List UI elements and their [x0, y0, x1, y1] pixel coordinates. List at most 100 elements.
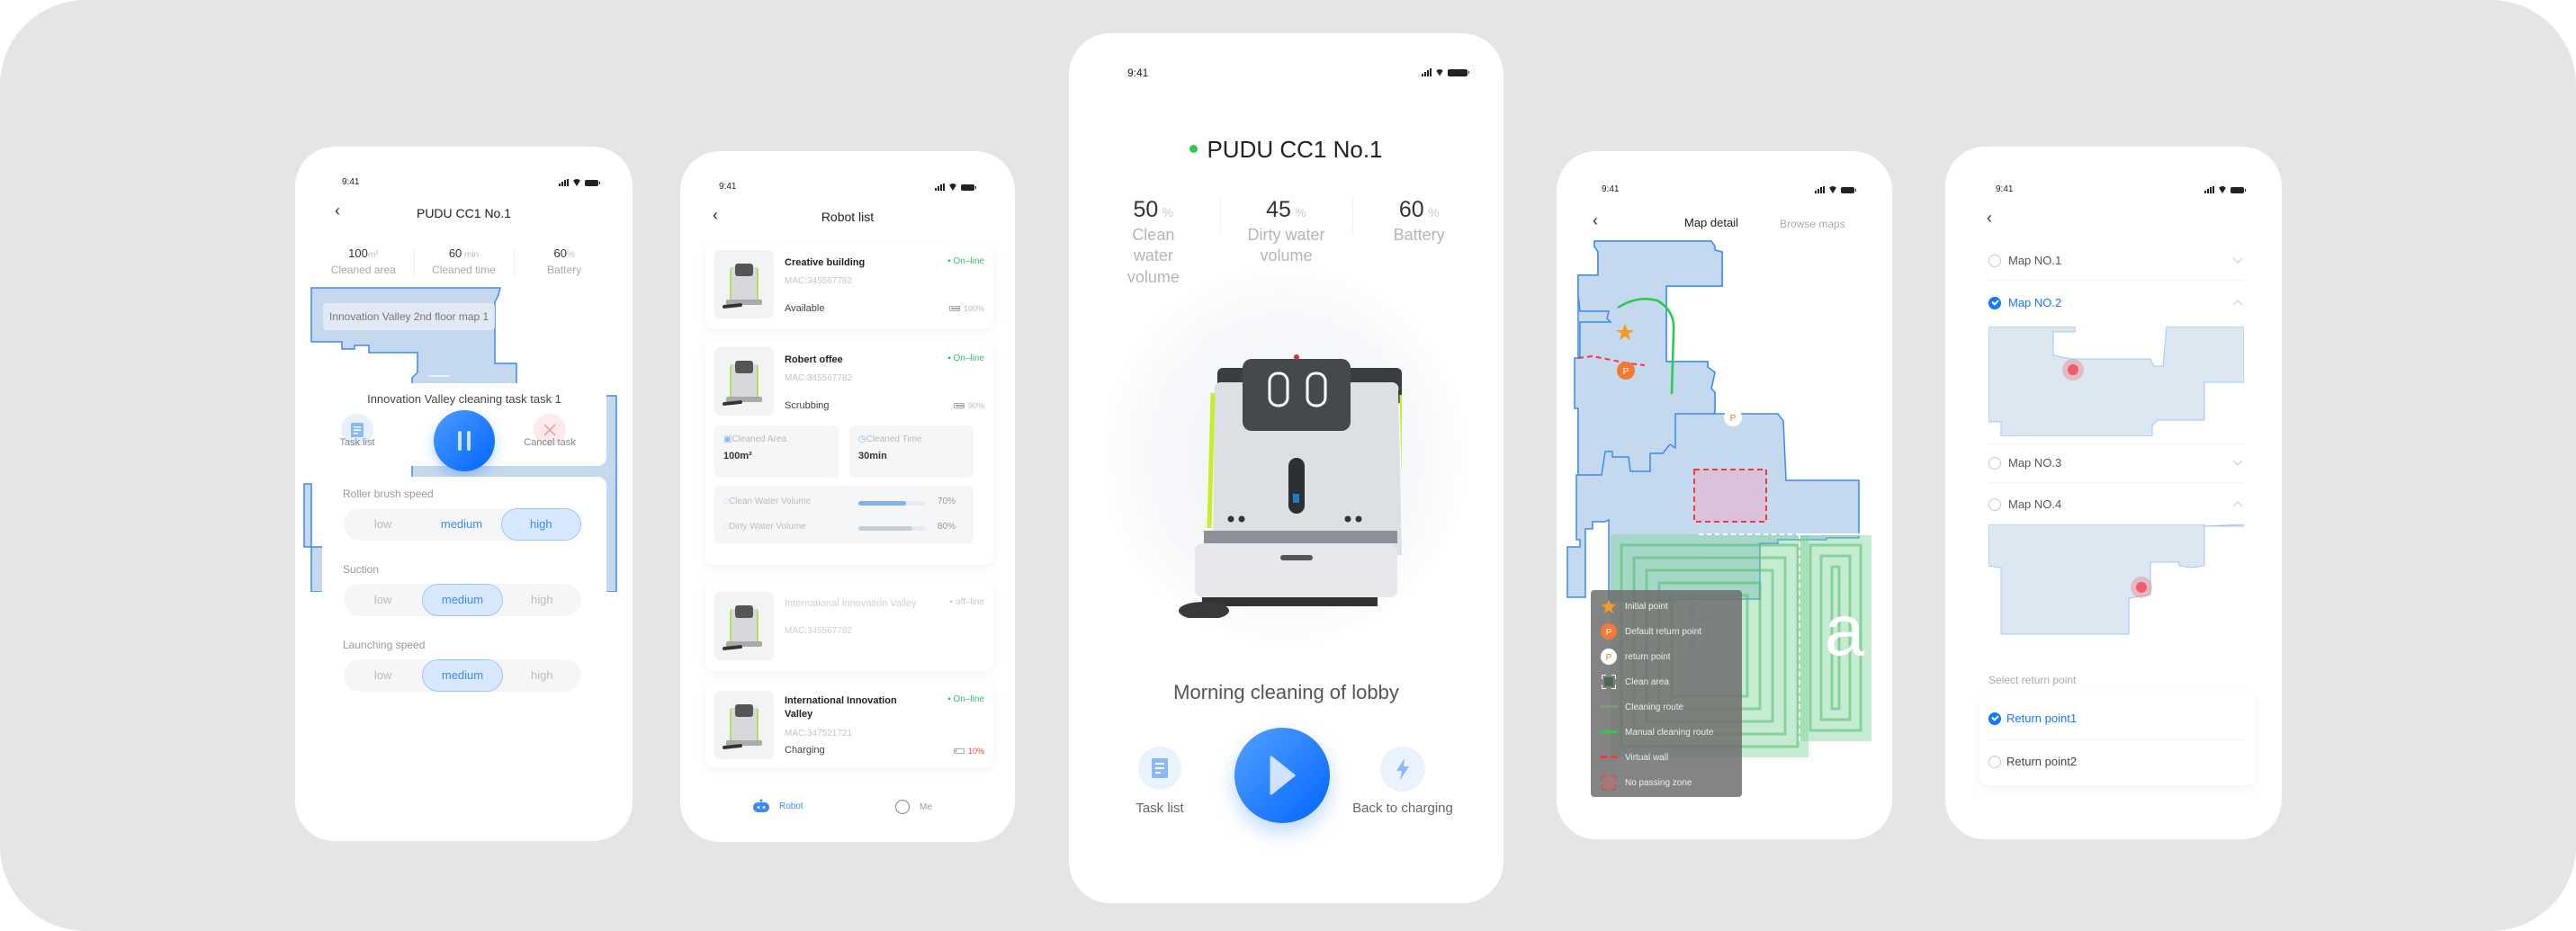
map-item-4[interactable]: Map NO.4	[1988, 485, 2244, 524]
map-item-3[interactable]: Map NO.3	[1988, 443, 2244, 483]
option-high[interactable]: high	[500, 508, 581, 541]
map-preview-2[interactable]	[1988, 327, 2244, 436]
cancel-task-label: Cancel task	[524, 437, 576, 448]
pause-button[interactable]	[434, 410, 495, 471]
robot-list-item[interactable]: Creative building MAC:345567782 Availabl…	[705, 243, 993, 328]
back-to-charging-button[interactable]	[1380, 747, 1425, 792]
wifi-icon	[948, 184, 957, 191]
battery-level: 10%	[953, 747, 984, 756]
pause-icon	[458, 431, 471, 451]
online-indicator	[1189, 144, 1198, 153]
map-select-screen: 9:41 ‹ Map NO.1 Map NO.2 Map NO.3 Map NO…	[1945, 147, 2282, 839]
document-icon	[351, 423, 364, 437]
status-time: 9:41	[719, 182, 737, 192]
radio-button[interactable]	[1988, 498, 2001, 511]
stat-clean-water: 50 % Clean water volume	[1126, 197, 1180, 286]
task-list-button[interactable]	[1138, 747, 1181, 790]
battery-icon	[961, 184, 976, 191]
back-button[interactable]: ‹	[1987, 210, 1992, 226]
robot-list-item-expanded[interactable]: Robert offee MAC:345567782 Scrubbing ▪ O…	[705, 340, 993, 565]
radio-button[interactable]	[1988, 457, 2001, 470]
suction-selector[interactable]: low medium high	[344, 584, 581, 616]
document-icon	[1152, 758, 1168, 778]
radio-button[interactable]	[1988, 255, 2001, 267]
location-marker	[2136, 582, 2147, 593]
battery-icon	[1448, 68, 1469, 76]
stats-row: 100m² Cleaned area 60 min Cleaned time 6…	[313, 246, 615, 276]
start-button[interactable]	[1234, 728, 1330, 823]
chevron-down-icon[interactable]	[2231, 456, 2244, 469]
select-return-label: Select return point	[1988, 674, 2077, 686]
option-medium[interactable]: medium	[422, 584, 503, 616]
return-point-1[interactable]: Return point1	[1988, 697, 2246, 740]
robot-list-item[interactable]: International Innovation Valley MAC:3455…	[705, 581, 993, 671]
chevron-down-icon[interactable]	[2231, 254, 2244, 266]
signal-icon	[559, 179, 569, 186]
settings-panel: Roller brush speed low medium high Sucti…	[322, 477, 606, 819]
tab-me[interactable]: Me	[894, 799, 932, 815]
option-medium[interactable]: medium	[422, 508, 500, 541]
stat-battery: 60 % Battery	[1352, 197, 1485, 288]
no-passing-zone-icon	[1602, 775, 1616, 790]
tab-robot[interactable]: Robot	[752, 799, 803, 813]
robot-name: Robert offee	[785, 354, 843, 365]
stat-battery: 60% Battery	[514, 246, 615, 276]
robot-thumbnail	[714, 250, 774, 318]
option-high[interactable]: high	[503, 584, 581, 616]
cleaned-area-value: 100m²	[723, 451, 752, 461]
return-point-2[interactable]: Return point2	[1988, 740, 2246, 783]
robot-mac: MAC:345567782	[785, 373, 853, 383]
cleaned-area-box: ▣Cleaned Area 100m²	[714, 425, 839, 478]
robot-task-screen: 9:41 ‹ PUDU CC1 No.1 100m² Cleaned area …	[295, 147, 633, 841]
option-high[interactable]: high	[503, 659, 581, 692]
signal-icon	[2204, 186, 2214, 193]
option-low[interactable]: low	[344, 659, 422, 692]
battery-icon	[948, 306, 960, 311]
status-bar: 9:41	[680, 182, 1015, 200]
option-low[interactable]: low	[344, 508, 422, 541]
robot-list-item[interactable]: International Innovation Valley MAC:3475…	[705, 682, 993, 767]
play-icon	[1270, 756, 1296, 795]
robot-thumbnail	[714, 691, 774, 759]
area-label-a: a	[1825, 590, 1865, 670]
roller-brush-speed-selector[interactable]: low medium high	[344, 508, 581, 541]
battery-icon	[2230, 186, 2246, 193]
wifi-icon	[1435, 69, 1444, 76]
manual-route-icon	[1600, 730, 1618, 733]
drag-handle[interactable]	[428, 375, 450, 377]
option-medium[interactable]: medium	[422, 659, 503, 692]
star-icon	[1602, 599, 1616, 613]
radio-button-checked[interactable]	[1988, 712, 2001, 725]
launching-speed-selector[interactable]: low medium high	[344, 659, 581, 692]
status-bar: 9:41	[1945, 184, 2282, 202]
battery-icon	[953, 748, 965, 754]
task-name: Innovation Valley cleaning task task 1	[367, 392, 561, 406]
radio-button-checked[interactable]	[1988, 297, 2001, 309]
roller-brush-label: Roller brush speed	[343, 488, 434, 500]
legend-item: Clean area	[1600, 673, 1669, 691]
robot-thumbnail	[714, 347, 774, 416]
robot-mac: MAC:345567782	[785, 626, 853, 636]
clean-water-row: ◌Clean Water Volume 70%	[723, 497, 956, 506]
legend-item: P Default return point	[1600, 622, 1701, 640]
no-passing-zone	[1693, 469, 1767, 523]
map-item-1[interactable]: Map NO.1	[1988, 241, 2244, 281]
option-low[interactable]: low	[344, 584, 422, 616]
return-point-list: Return point1 Return point2	[1979, 695, 2255, 785]
status-time: 9:41	[1127, 67, 1149, 79]
status-badge: ▪ On–line	[947, 354, 984, 363]
battery-icon	[953, 403, 965, 408]
back-to-charging-label: Back to charging	[1352, 801, 1453, 816]
stat-cleaned-time: 60 min Cleaned time	[413, 246, 515, 276]
map-preview-4[interactable]	[1988, 524, 2244, 636]
legend-item: No passing zone	[1600, 774, 1692, 792]
chevron-up-icon[interactable]	[2231, 497, 2244, 510]
chevron-up-icon[interactable]	[2231, 296, 2244, 309]
signal-icon	[935, 184, 945, 191]
task-name: Morning cleaning of lobby	[1173, 681, 1399, 703]
status-bar: 9:41	[1069, 67, 1503, 85]
radio-button[interactable]	[1988, 756, 2001, 768]
robot-home-screen: 9:41 PUDU CC1 No.1 50 % Clean water volu…	[1069, 33, 1503, 903]
task-card: Innovation Valley cleaning task task 1 T…	[322, 383, 606, 471]
map-item-2[interactable]: Map NO.2	[1988, 283, 2244, 323]
